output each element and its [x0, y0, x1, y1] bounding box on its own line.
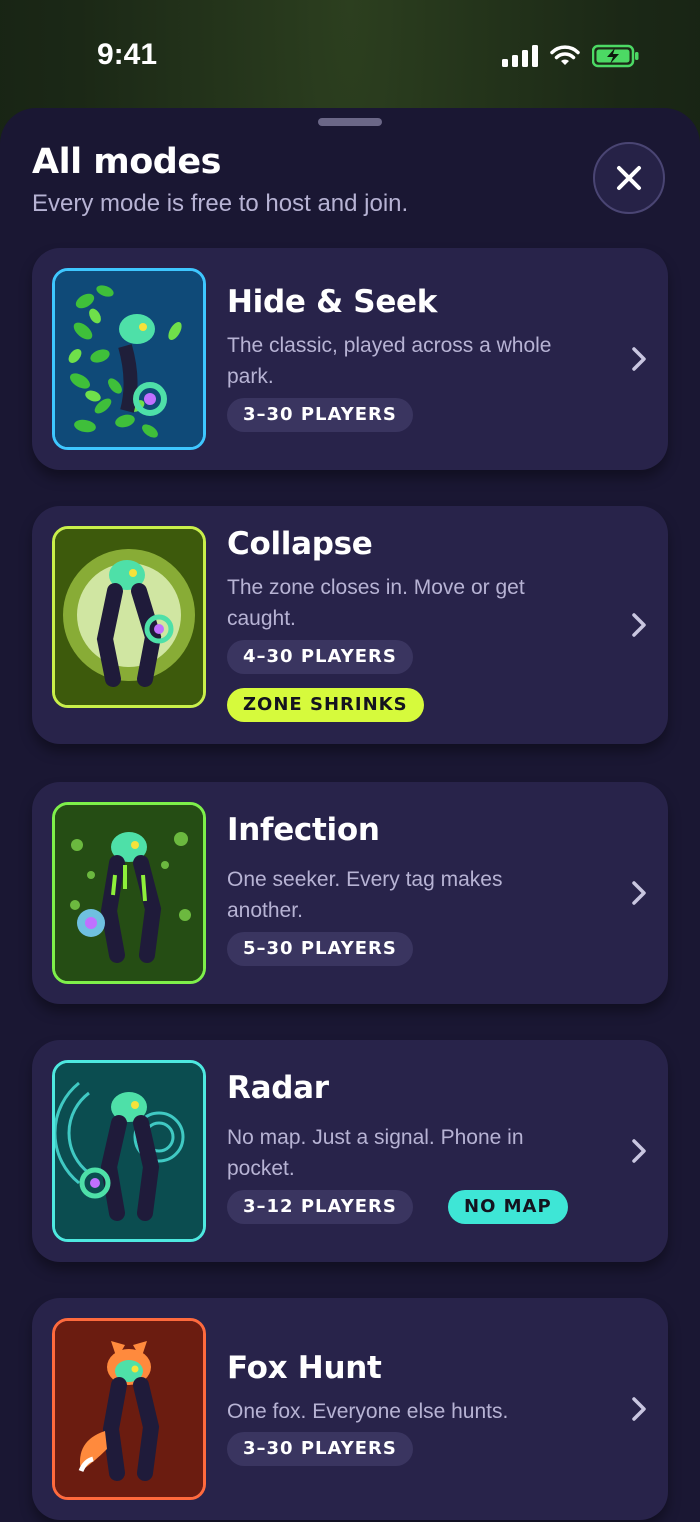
cellular-signal-icon	[502, 45, 538, 67]
sheet-subtitle: Every mode is free to host and join.	[32, 190, 409, 217]
chevron-right-icon	[632, 347, 646, 371]
sheet-grabber[interactable]	[318, 118, 382, 126]
mode-tag-badge: NO MAP	[448, 1190, 568, 1224]
players-badge: 4–30 PLAYERS	[227, 640, 413, 674]
mode-card-hide-and-seek[interactable]: Hide & Seek The classic, played across a…	[32, 248, 668, 470]
players-badge: 5–30 PLAYERS	[227, 932, 413, 966]
mode-artwork-fox-hunt	[52, 1318, 206, 1500]
mode-artwork-radar	[52, 1060, 206, 1242]
mode-artwork-collapse	[52, 526, 206, 708]
mode-tag-badge: ZONE SHRINKS	[227, 688, 424, 722]
players-badge: 3–30 PLAYERS	[227, 1432, 413, 1466]
mode-description: One seeker. Every tag makes another.	[227, 868, 503, 922]
app-screen: 9:41 All modes Every mode is free to hos…	[0, 0, 700, 1522]
mode-artwork-hide-and-seek	[52, 268, 206, 450]
status-bar: 9:41	[0, 0, 700, 110]
wifi-icon	[550, 45, 580, 65]
close-icon	[617, 166, 641, 190]
sheet-title: All modes	[32, 142, 221, 182]
battery-charging-icon	[592, 44, 639, 68]
chevron-right-icon	[632, 881, 646, 905]
mode-description: One fox. Everyone else hunts.	[227, 1400, 509, 1423]
mode-card-collapse[interactable]: Collapse The zone closes in. Move or get…	[32, 506, 668, 744]
mode-card-radar[interactable]: Radar No map. Just a signal. Phone in po…	[32, 1040, 668, 1262]
mode-title: Hide & Seek	[227, 284, 438, 320]
mode-artwork-infection	[52, 802, 206, 984]
chevron-right-icon	[632, 613, 646, 637]
chevron-right-icon	[632, 1139, 646, 1163]
players-badge: 3–30 PLAYERS	[227, 398, 413, 432]
close-button[interactable]	[593, 142, 665, 214]
mode-title: Infection	[227, 812, 380, 848]
status-icons	[502, 44, 640, 68]
mode-card-fox-hunt[interactable]: Fox Hunt One fox. Everyone else hunts. 3…	[32, 1298, 668, 1520]
modes-sheet: All modes Every mode is free to host and…	[0, 108, 700, 1522]
mode-title: Radar	[227, 1070, 329, 1106]
mode-description: The zone closes in. Move or get caught.	[227, 576, 525, 630]
status-time: 9:41	[97, 38, 158, 71]
mode-description: No map. Just a signal. Phone in pocket.	[227, 1126, 524, 1180]
players-badge: 3–12 PLAYERS	[227, 1190, 413, 1224]
chevron-right-icon	[632, 1397, 646, 1421]
mode-card-infection[interactable]: Infection One seeker. Every tag makes an…	[32, 782, 668, 1004]
mode-title: Collapse	[227, 526, 373, 562]
mode-title: Fox Hunt	[227, 1350, 382, 1386]
mode-description: The classic, played across a whole park.	[227, 334, 552, 388]
